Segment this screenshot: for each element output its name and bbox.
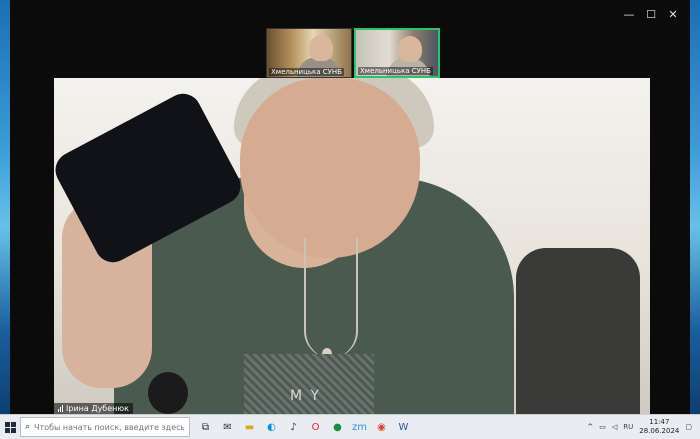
participant-thumbnail-active[interactable]: Хмельницька СУНБ: [354, 28, 440, 78]
shirt-print-text: M Y: [290, 388, 322, 404]
active-speaker-video: M Y Ірина Дубенюк: [54, 78, 650, 414]
search-icon: ⌕: [25, 422, 31, 432]
clock-date: 28.06.2024: [639, 427, 680, 435]
speaker-name-tag: Ірина Дубенюк: [54, 403, 133, 414]
network-icon[interactable]: ▭: [599, 423, 606, 431]
search-input[interactable]: [34, 422, 185, 432]
edge-icon[interactable]: ◐: [262, 418, 281, 437]
system-tray: ^ ▭ ◁ RU 11:47 28.06.2024 ▢: [587, 418, 700, 436]
zoom-icon[interactable]: zm: [350, 418, 369, 437]
mail-icon[interactable]: ✉: [218, 418, 237, 437]
participant-thumbnail[interactable]: Хмельницька СУНБ: [266, 28, 352, 78]
speaker-head: [240, 78, 420, 258]
desktop-background-left: [0, 0, 10, 414]
speaker-necklace: [304, 238, 358, 358]
language-indicator[interactable]: RU: [623, 423, 633, 431]
speaker-name: Ірина Дубенюк: [66, 404, 129, 413]
participant-label: Хмельницька СУНБ: [269, 68, 344, 76]
chair: [516, 248, 640, 414]
start-button[interactable]: [0, 415, 20, 439]
signal-bars-icon: [58, 405, 63, 412]
taskbar-search[interactable]: ⌕: [20, 417, 190, 437]
window-controls: — ☐ ✕: [620, 6, 682, 24]
windows-taskbar: ⌕ ⧉✉▬◐♪O●zm◉W ^ ▭ ◁ RU 11:47 28.06.2024 …: [0, 414, 700, 439]
participant-label: Хмельницька СУНБ: [358, 67, 433, 75]
participant-thumbnails: Хмельницька СУНБ Хмельницька СУНБ: [266, 28, 440, 78]
shirt-print: [244, 354, 374, 414]
zoom-meeting-window: — ☐ ✕ Хмельницька СУНБ Хмельницька СУНБ …: [10, 0, 690, 414]
close-button[interactable]: ✕: [664, 6, 682, 24]
notifications-icon[interactable]: ▢: [685, 423, 692, 431]
word-icon[interactable]: W: [394, 418, 413, 437]
clock[interactable]: 11:47 28.06.2024: [639, 418, 679, 436]
volume-icon[interactable]: ◁: [612, 423, 617, 431]
participant-face: [398, 36, 422, 62]
chevron-up-icon[interactable]: ^: [587, 423, 593, 431]
minimize-button[interactable]: —: [620, 6, 638, 24]
maximize-button[interactable]: ☐: [642, 6, 660, 24]
windows-logo-icon: [4, 421, 16, 433]
microphone: [148, 372, 188, 414]
participant-face: [309, 35, 333, 61]
clock-time: 11:47: [649, 418, 670, 426]
chrome-icon[interactable]: ●: [328, 418, 347, 437]
pinned-apps: ⧉ ✉ ▬ ◐ ♪ O ● zm ◉ W: [196, 418, 413, 437]
desktop-background-right: [690, 0, 700, 414]
task-view-icon[interactable]: ⧉: [196, 418, 215, 437]
chrome-icon-2[interactable]: ◉: [372, 418, 391, 437]
music-icon[interactable]: ♪: [284, 418, 303, 437]
opera-icon[interactable]: O: [306, 418, 325, 437]
file-explorer-icon[interactable]: ▬: [240, 418, 259, 437]
